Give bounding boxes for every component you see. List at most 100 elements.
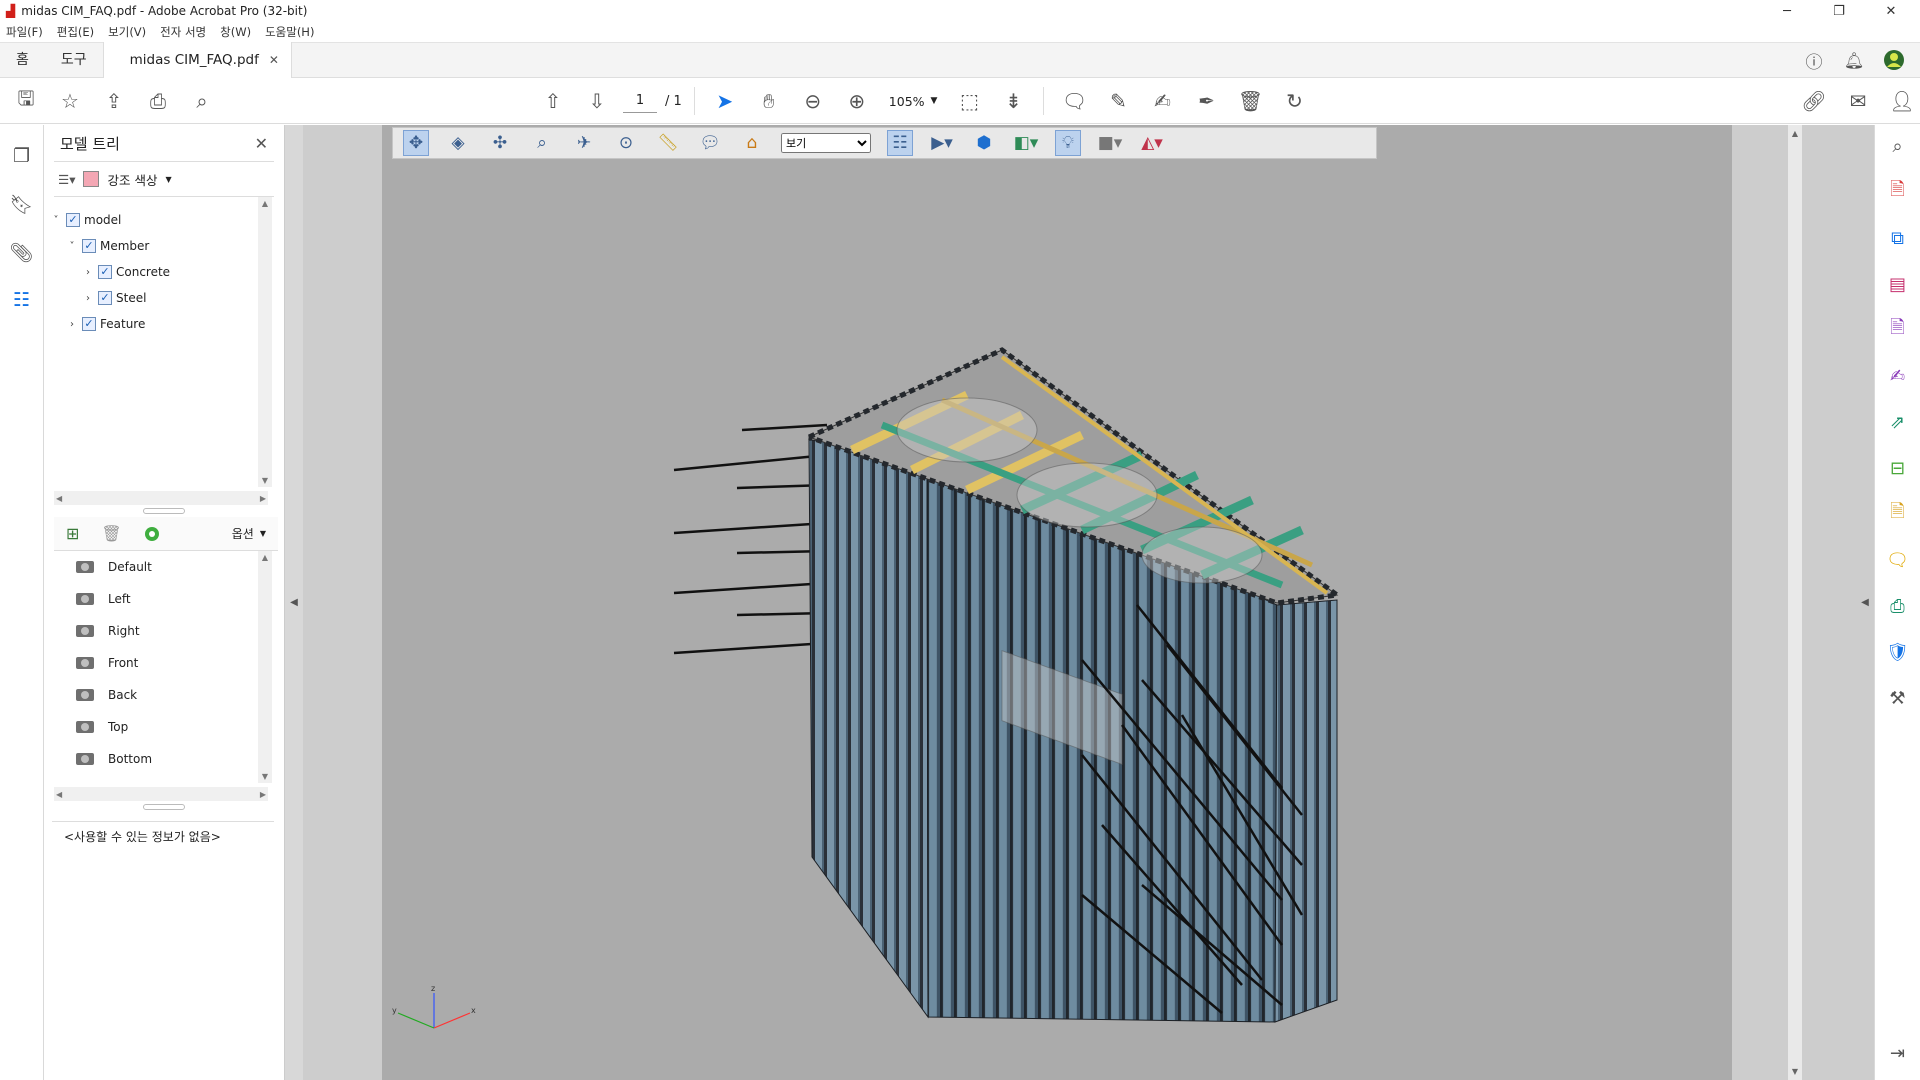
- highlight-pen-icon[interactable]: ✎: [1100, 83, 1136, 119]
- menu-file[interactable]: 파일(F): [6, 24, 43, 40]
- collapse-right-panel-handle[interactable]: ◀: [1856, 125, 1874, 1080]
- view-item-bottom[interactable]: Bottom: [50, 743, 272, 775]
- visibility-checkbox[interactable]: ✓: [82, 239, 96, 253]
- export-pdf-icon[interactable]: ⇗: [1885, 409, 1911, 435]
- menu-view[interactable]: 보기(V): [108, 24, 146, 40]
- attachments-icon[interactable]: 📎︎: [9, 239, 35, 265]
- delete-view-icon[interactable]: 🗑︎: [101, 524, 121, 543]
- axis-triad: z x y: [392, 984, 476, 1029]
- expanded-chevron-icon[interactable]: ˅: [66, 241, 78, 252]
- visibility-checkbox[interactable]: ✓: [98, 265, 112, 279]
- highlight-color-label[interactable]: 강조 색상: [107, 170, 157, 189]
- zoom-tool-icon[interactable]: ⌕: [1885, 133, 1911, 159]
- menu-help[interactable]: 도움말(H): [265, 24, 314, 40]
- view-item-top[interactable]: Top: [50, 711, 272, 743]
- collapsed-chevron-icon[interactable]: ›: [82, 267, 94, 278]
- compare-files-icon[interactable]: ⊟: [1885, 455, 1911, 481]
- tab-tools[interactable]: 도구: [45, 42, 103, 78]
- create-pdf-icon[interactable]: 🗎︎: [1885, 179, 1911, 205]
- tree-options-icon[interactable]: ☰▾: [58, 172, 75, 187]
- combine-files-icon[interactable]: ⧉: [1885, 225, 1911, 251]
- protect-icon[interactable]: 🛡︎: [1885, 639, 1911, 665]
- previous-page-icon[interactable]: ⇧: [535, 83, 571, 119]
- collapsed-chevron-icon[interactable]: ›: [82, 293, 94, 304]
- collapsed-chevron-icon[interactable]: ›: [66, 319, 78, 330]
- tree-node-concrete[interactable]: › ✓ Concrete: [50, 259, 272, 285]
- account-avatar-icon[interactable]: [1874, 49, 1914, 71]
- email-icon[interactable]: ✉︎: [1840, 83, 1876, 119]
- hand-tool-icon[interactable]: ✋︎: [751, 83, 787, 119]
- add-view-icon[interactable]: ⊞: [66, 524, 79, 543]
- bookmark-star-icon[interactable]: ☆: [52, 83, 88, 119]
- visibility-checkbox[interactable]: ✓: [98, 291, 112, 305]
- notification-bell-icon[interactable]: 🔔︎: [1834, 51, 1874, 70]
- zoom-in-icon[interactable]: ⊕: [839, 83, 875, 119]
- expand-tools-icon[interactable]: ⇥: [1885, 1040, 1911, 1066]
- views-vertical-scrollbar[interactable]: ▲ ▼: [258, 551, 272, 783]
- view-item-right[interactable]: Right: [50, 615, 272, 647]
- view-item-back[interactable]: Back: [50, 679, 272, 711]
- view-item-front[interactable]: Front: [50, 647, 272, 679]
- add-user-icon[interactable]: 👤︎: [1884, 83, 1920, 119]
- rotate-icon[interactable]: ↻: [1276, 83, 1312, 119]
- comment-tool-icon[interactable]: 🗨︎: [1885, 547, 1911, 573]
- bookmarks-icon[interactable]: 🔖︎: [9, 191, 35, 217]
- tree-node-model[interactable]: ˅ ✓ model: [50, 207, 272, 233]
- options-dropdown[interactable]: 옵션 ▼: [232, 525, 266, 542]
- organize-pages-icon[interactable]: ▤: [1885, 271, 1911, 297]
- chevron-down-icon[interactable]: ▼: [165, 175, 171, 184]
- close-window-button[interactable]: ✕: [1868, 4, 1914, 19]
- page-number-input[interactable]: 1: [623, 89, 657, 113]
- save-icon[interactable]: 🖫︎: [8, 83, 44, 119]
- tree-node-feature[interactable]: › ✓ Feature: [50, 311, 272, 337]
- close-tab-icon[interactable]: ✕: [269, 53, 279, 67]
- collapse-left-panel-handle[interactable]: ◀: [285, 125, 303, 1080]
- menu-esign[interactable]: 전자 서명: [160, 24, 206, 40]
- scroll-mode-icon[interactable]: ⇟: [995, 83, 1031, 119]
- delete-icon[interactable]: 🗑︎: [1232, 83, 1268, 119]
- view-item-default[interactable]: Default: [50, 551, 272, 583]
- print-production-icon[interactable]: ⎙: [1885, 593, 1911, 619]
- find-zoom-icon[interactable]: ⌕: [184, 83, 220, 119]
- upload-cloud-icon[interactable]: ⇪: [96, 83, 132, 119]
- tree-node-member[interactable]: ˅ ✓ Member: [50, 233, 272, 259]
- draw-icon[interactable]: ✍︎: [1144, 83, 1180, 119]
- pdf-page-3d-viewport[interactable]: ✥ ◈ ✣ ⌕ ✈︎ ⊙ 📏︎ 💬︎ ⌂ 보기 ☷ ▶▾ ⬢ ◧▾ 💡︎ ■▾ …: [382, 125, 1732, 1080]
- close-panel-icon[interactable]: ✕: [255, 134, 268, 153]
- maximize-button[interactable]: ❐: [1816, 4, 1862, 19]
- page-thumbnails-icon[interactable]: ❐: [9, 143, 35, 169]
- share-link-icon[interactable]: 🔗︎: [1796, 83, 1832, 119]
- tree-vertical-scrollbar[interactable]: ▲ ▼: [258, 197, 272, 487]
- zoom-out-icon[interactable]: ⊖: [795, 83, 831, 119]
- tree-node-steel[interactable]: › ✓ Steel: [50, 285, 272, 311]
- visibility-checkbox[interactable]: ✓: [66, 213, 80, 227]
- tree-horizontal-scrollbar[interactable]: ◀ ▶: [54, 491, 268, 505]
- apply-view-icon[interactable]: [144, 526, 160, 542]
- edit-pdf-icon[interactable]: 🗎︎: [1885, 317, 1911, 343]
- view-item-left[interactable]: Left: [50, 583, 272, 615]
- splitter-handle[interactable]: [44, 801, 284, 813]
- select-arrow-icon[interactable]: ➤: [707, 83, 743, 119]
- document-vertical-scrollbar[interactable]: ▲ ▼: [1788, 125, 1802, 1080]
- comment-icon[interactable]: 🗨︎: [1056, 83, 1092, 119]
- tab-document[interactable]: midas CIM_FAQ.pdf ✕: [102, 42, 292, 78]
- next-page-icon[interactable]: ⇩: [579, 83, 615, 119]
- minimize-button[interactable]: ─: [1764, 4, 1810, 19]
- highlight-color-swatch[interactable]: [83, 171, 100, 187]
- splitter-handle[interactable]: [44, 505, 284, 517]
- more-tools-icon[interactable]: ⚒︎: [1885, 685, 1911, 711]
- zoom-dropdown[interactable]: 105% ▼: [883, 94, 944, 109]
- menu-window[interactable]: 창(W): [220, 24, 251, 40]
- expanded-chevron-icon[interactable]: ˅: [50, 215, 62, 226]
- print-icon[interactable]: ⎙: [140, 83, 176, 119]
- scan-ocr-icon[interactable]: 🗎︎: [1885, 501, 1911, 527]
- model-tree-icon[interactable]: ☷: [9, 287, 35, 313]
- fill-sign-icon[interactable]: ✍︎: [1885, 363, 1911, 389]
- sign-icon[interactable]: ✒︎: [1188, 83, 1224, 119]
- visibility-checkbox[interactable]: ✓: [82, 317, 96, 331]
- views-horizontal-scrollbar[interactable]: ◀ ▶: [54, 787, 268, 801]
- menu-edit[interactable]: 편집(E): [57, 24, 94, 40]
- tab-home[interactable]: 홈: [0, 42, 45, 78]
- help-icon[interactable]: ⓘ: [1794, 48, 1834, 73]
- fit-page-icon[interactable]: ⬚: [951, 83, 987, 119]
